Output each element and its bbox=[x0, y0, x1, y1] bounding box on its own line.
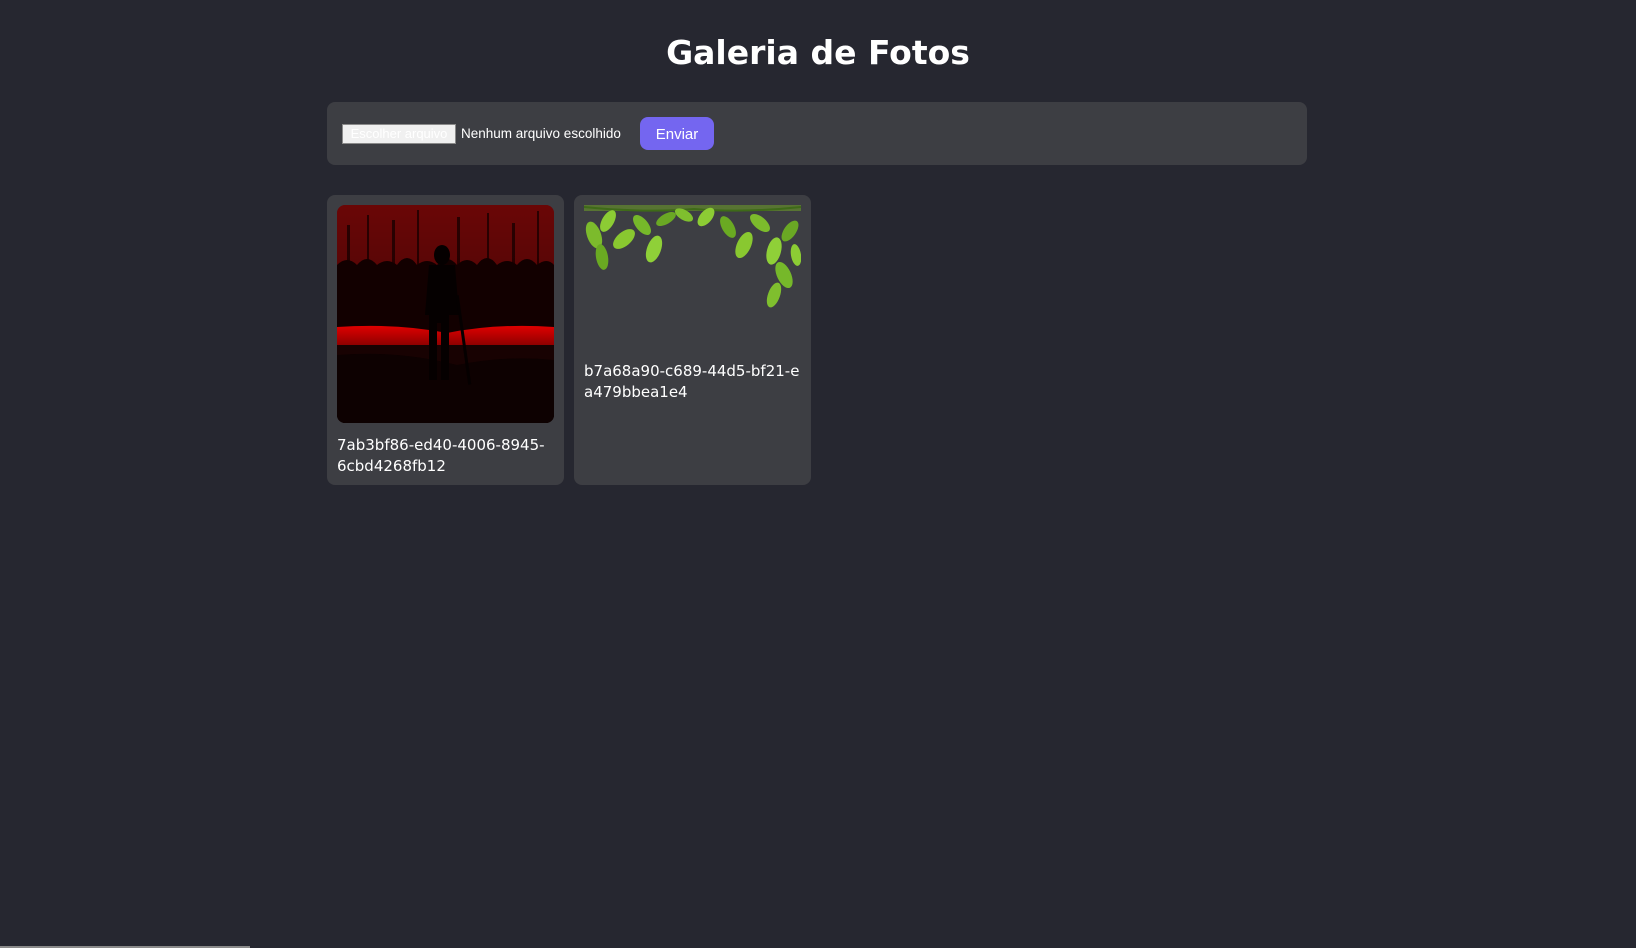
photo-card: b7a68a90-c689-44d5-bf21-ea479bbea1e4 bbox=[574, 195, 811, 485]
photo-image[interactable] bbox=[337, 205, 554, 423]
upload-form: Escolher arquivo Nenhum arquivo escolhid… bbox=[327, 102, 1307, 165]
send-button[interactable]: Enviar bbox=[640, 117, 714, 150]
photo-image[interactable] bbox=[584, 205, 801, 315]
page-title: Galeria de Fotos bbox=[666, 33, 970, 72]
file-status-text: Nenhum arquivo escolhido bbox=[461, 126, 621, 141]
photo-caption: b7a68a90-c689-44d5-bf21-ea479bbea1e4 bbox=[584, 362, 800, 401]
choose-file-button[interactable]: Escolher arquivo bbox=[342, 124, 456, 144]
photo-caption: 7ab3bf86-ed40-4006-8945-6cbd4268fb12 bbox=[337, 436, 545, 475]
photo-card: 7ab3bf86-ed40-4006-8945-6cbd4268fb12 bbox=[327, 195, 564, 485]
